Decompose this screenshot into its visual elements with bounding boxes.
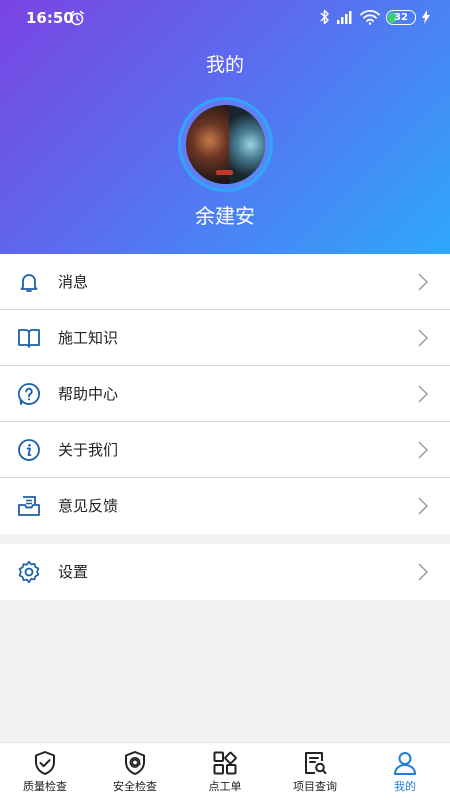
alarm-clock-icon — [70, 10, 84, 26]
book-icon — [18, 329, 40, 348]
status-bar: 16:50 32 — [0, 0, 450, 36]
menu-item-help-center[interactable]: 帮助中心 — [0, 366, 450, 422]
tab-label: 我的 — [394, 780, 416, 793]
menu-item-label: 关于我们 — [58, 441, 119, 459]
cellular-signal-icon — [337, 11, 352, 24]
menu-item-about-us[interactable]: 关于我们 — [0, 422, 450, 478]
tab-label: 安全检查 — [113, 780, 157, 793]
tab-quality-inspection[interactable]: 质量检查 — [0, 743, 90, 800]
shield-at-icon — [125, 751, 145, 775]
tab-safety-inspection[interactable]: 安全检查 — [90, 743, 180, 800]
bell-icon — [20, 274, 38, 292]
avatar[interactable] — [178, 97, 273, 192]
battery-icon: 32 — [386, 9, 416, 25]
settings-label: 设置 — [58, 563, 89, 581]
chevron-right-icon — [418, 563, 428, 581]
menu-item-label: 意见反馈 — [58, 497, 119, 515]
chevron-right-icon — [418, 497, 428, 515]
status-icons: 32 — [320, 9, 430, 25]
chevron-right-icon — [418, 385, 428, 403]
gear-icon — [18, 560, 40, 584]
wifi-icon — [360, 10, 380, 25]
feedback-icon — [18, 496, 40, 516]
bluetooth-icon — [320, 9, 329, 25]
shield-check-icon — [35, 751, 55, 775]
grid-icon — [213, 751, 237, 775]
document-search-icon — [305, 752, 327, 774]
chevron-right-icon — [418, 441, 428, 459]
avatar-image — [186, 105, 265, 184]
battery-level: 32 — [394, 11, 408, 23]
menu-item-feedback[interactable]: 意见反馈 — [0, 478, 450, 534]
profile-menu: 消息 施工知识 帮助中心 关于我们 意见反馈 — [0, 254, 450, 534]
chevron-right-icon — [418, 273, 428, 291]
info-icon — [18, 439, 40, 461]
username: 余建安 — [195, 204, 255, 228]
menu-item-label: 施工知识 — [58, 329, 119, 347]
menu-item-construction-knowledge[interactable]: 施工知识 — [0, 310, 450, 366]
menu-item-settings[interactable]: 设置 — [0, 544, 450, 600]
page-title: 我的 — [205, 54, 244, 76]
tab-label: 项目查询 — [293, 780, 337, 793]
user-icon — [394, 752, 416, 775]
menu-item-label: 消息 — [58, 273, 89, 291]
chevron-right-icon — [418, 329, 428, 347]
tab-work-order[interactable]: 点工单 — [180, 743, 270, 800]
profile-header: 16:50 32 我的 余建安 — [0, 0, 450, 254]
tab-label: 质量检查 — [23, 780, 67, 793]
tab-label: 点工单 — [208, 780, 242, 793]
charging-icon — [422, 10, 430, 24]
status-time: 16:50 — [26, 9, 74, 27]
bottom-tab-bar: 质量检查 安全检查 点工单 项目查询 我的 — [0, 742, 450, 800]
menu-item-label: 帮助中心 — [58, 385, 119, 403]
tab-my-profile[interactable]: 我的 — [360, 743, 450, 800]
tab-project-query[interactable]: 项目查询 — [270, 743, 360, 800]
menu-item-messages[interactable]: 消息 — [0, 254, 450, 310]
help-icon — [18, 383, 40, 405]
